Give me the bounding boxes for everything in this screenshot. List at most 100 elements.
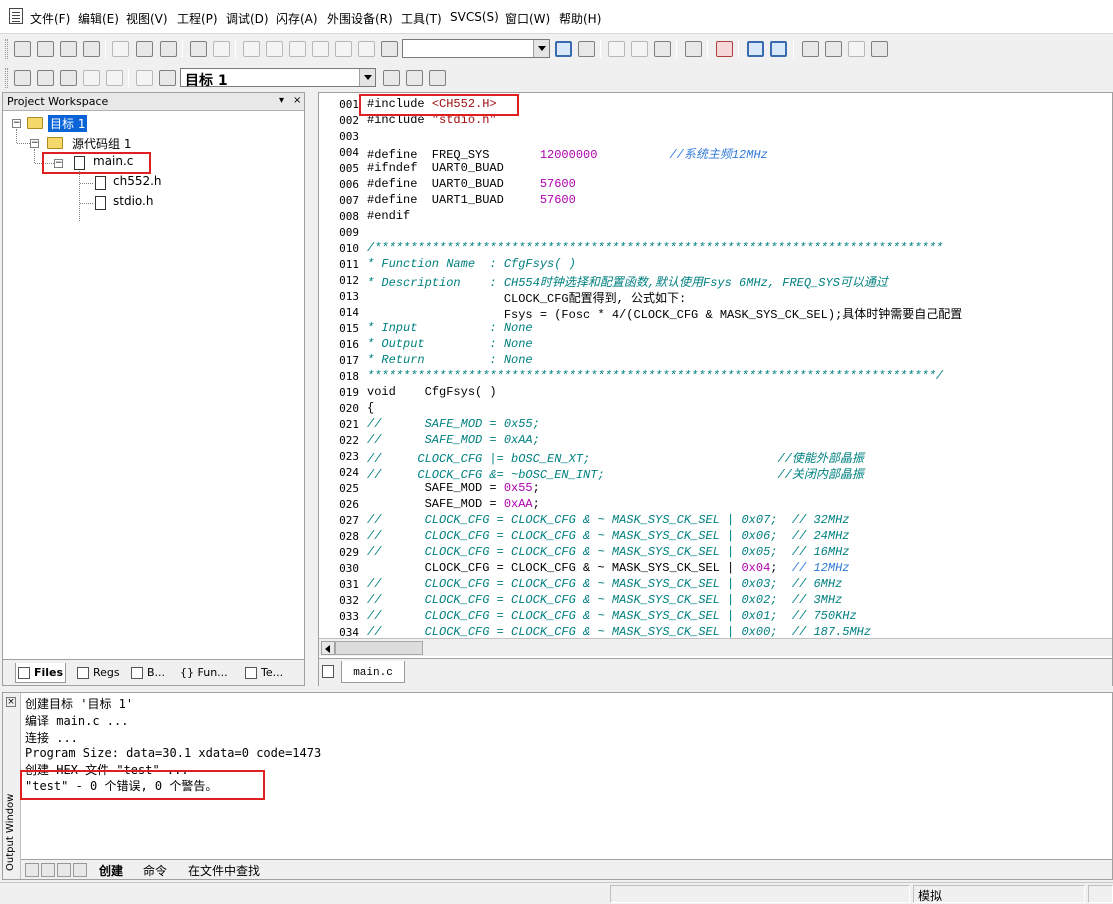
code-line[interactable]: // CLOCK_CFG = CLOCK_CFG & ~ MASK_SYS_CK… (367, 545, 849, 559)
bookmark-toggle-icon[interactable] (289, 41, 306, 57)
scroll-left-icon[interactable] (321, 641, 335, 655)
menu-view[interactable]: 视图(V) (126, 10, 168, 27)
batch-build-icon[interactable] (83, 70, 100, 86)
hand-config-icon[interactable] (802, 41, 819, 57)
code-line[interactable]: #define UART1_BUAD 57600 (367, 193, 576, 207)
toolbar-grip[interactable] (5, 68, 8, 88)
code-line[interactable]: // SAFE_MOD = 0xAA; (367, 433, 540, 447)
chevron-down-icon[interactable]: ▾ (279, 95, 284, 106)
tab-main-c[interactable]: main.c (341, 661, 405, 683)
code-line[interactable]: // CLOCK_CFG = CLOCK_CFG & ~ MASK_SYS_CK… (367, 529, 849, 543)
tab-files[interactable]: Files (15, 663, 67, 683)
tree-target-node[interactable]: 目标 1 (48, 115, 88, 132)
first-page-icon[interactable] (25, 863, 39, 877)
toolbar-grip[interactable] (5, 39, 8, 59)
stop-build-icon[interactable] (106, 70, 123, 86)
vertical-splitter[interactable] (306, 92, 317, 686)
collapse-icon[interactable]: − (30, 139, 39, 148)
tree-file-stdio[interactable]: stdio.h (113, 194, 153, 208)
tree-file-ch552[interactable]: ch552.h (113, 174, 162, 188)
tab-functions[interactable]: {} Fun... (178, 663, 230, 683)
compile-icon[interactable] (14, 70, 31, 86)
settings-icon[interactable] (825, 41, 842, 57)
code-line[interactable]: #define UART0_BUAD 57600 (367, 177, 576, 191)
new-file-icon[interactable] (14, 41, 31, 57)
menu-tools[interactable]: 工具(T) (401, 10, 442, 27)
find-in-files-icon[interactable] (381, 41, 398, 57)
code-line[interactable]: // SAFE_MOD = 0x55; (367, 417, 540, 431)
code-line[interactable]: CLOCK_CFG = CLOCK_CFG & ~ MASK_SYS_CK_SE… (367, 561, 850, 575)
rebuild-icon[interactable] (60, 70, 77, 86)
code-line[interactable]: * Output : None (367, 337, 533, 351)
tab-find-in-files[interactable]: 在文件中查找 (188, 862, 260, 879)
menu-help[interactable]: 帮助(H) (559, 10, 601, 27)
print-icon[interactable] (685, 41, 702, 57)
browse-icon[interactable] (654, 41, 671, 57)
back-arrow-icon[interactable] (608, 41, 625, 57)
code-line[interactable]: * Description : CH554时钟选择和配置函数,默认使用Fsys … (367, 273, 888, 290)
components-icon[interactable] (383, 70, 400, 86)
open-folder-icon[interactable] (37, 41, 54, 57)
menu-peripherals[interactable]: 外围设备(R) (327, 10, 393, 27)
last-page-icon[interactable] (73, 863, 87, 877)
debug-session-icon[interactable] (716, 41, 733, 57)
code-line[interactable]: // CLOCK_CFG &= ~bOSC_EN_INT; //关闭内部晶振 (367, 465, 864, 482)
menu-file[interactable]: 文件(F) (30, 10, 70, 27)
bookmark-next-icon[interactable] (335, 41, 352, 57)
code-line[interactable]: Fsys = (Fosc * 4/(CLOCK_CFG & MASK_SYS_C… (367, 305, 962, 322)
forward-arrow-icon[interactable] (631, 41, 648, 57)
find-combo[interactable] (402, 39, 550, 58)
scroll-thumb[interactable] (335, 641, 423, 655)
close-icon[interactable]: × (6, 697, 16, 707)
code-line[interactable]: // CLOCK_CFG = CLOCK_CFG & ~ MASK_SYS_CK… (367, 513, 849, 527)
indent-icon[interactable] (243, 41, 260, 57)
copy-target-icon[interactable] (406, 70, 423, 86)
code-line[interactable]: CLOCK_CFG配置得到, 公式如下: (367, 289, 686, 306)
redo-icon[interactable] (213, 41, 230, 57)
save-all-icon[interactable] (83, 41, 100, 57)
code-line[interactable]: * Function Name : CfgFsys( ) (367, 257, 576, 271)
build-icon[interactable] (37, 70, 54, 86)
collapse-icon[interactable]: − (12, 119, 21, 128)
options-icon[interactable] (871, 41, 888, 57)
tab-books[interactable]: B... (129, 663, 167, 683)
code-line[interactable]: #define FREQ_SYS 12000000 //系统主频12MHz (367, 145, 768, 162)
tab-regs[interactable]: Regs (75, 663, 122, 683)
horizontal-scrollbar[interactable] (319, 638, 1112, 656)
next-page-icon[interactable] (57, 863, 71, 877)
undo-icon[interactable] (190, 41, 207, 57)
code-line[interactable]: #ifndef UART0_BUAD (367, 161, 504, 175)
code-line[interactable]: /***************************************… (367, 241, 943, 255)
code-line[interactable]: // CLOCK_CFG = CLOCK_CFG & ~ MASK_SYS_CK… (367, 577, 842, 591)
load-icon[interactable] (136, 70, 153, 86)
manage-icon[interactable] (429, 70, 446, 86)
copy-icon[interactable] (136, 41, 153, 57)
tab-build[interactable]: 创建 (99, 862, 123, 879)
find-binoculars-icon[interactable] (555, 41, 572, 57)
code-line[interactable]: #endif (367, 209, 410, 223)
code-line[interactable]: // CLOCK_CFG = CLOCK_CFG & ~ MASK_SYS_CK… (367, 625, 871, 638)
target-combo[interactable]: 目标 1 (180, 68, 376, 89)
code-line[interactable]: ****************************************… (367, 369, 943, 383)
bookmark-clear-icon[interactable] (358, 41, 375, 57)
code-line[interactable]: SAFE_MOD = 0x55; (367, 481, 540, 495)
paste-icon[interactable] (160, 41, 177, 57)
menu-edit[interactable]: 编辑(E) (78, 10, 119, 27)
output-toggle-icon[interactable] (770, 41, 787, 57)
menu-window[interactable]: 窗口(W) (505, 10, 550, 27)
prev-page-icon[interactable] (41, 863, 55, 877)
bookmark-prev-icon[interactable] (312, 41, 329, 57)
menu-svcs[interactable]: SVCS(S) (450, 10, 499, 24)
tool-disabled-icon[interactable] (848, 41, 865, 57)
tab-command[interactable]: 命令 (143, 862, 167, 879)
code-line[interactable]: * Return : None (367, 353, 533, 367)
code-line[interactable]: // CLOCK_CFG = CLOCK_CFG & ~ MASK_SYS_CK… (367, 609, 857, 623)
menu-project[interactable]: 工程(P) (177, 10, 218, 27)
code-line[interactable]: { (367, 401, 374, 415)
find-next-icon[interactable] (578, 41, 595, 57)
code-line[interactable]: // CLOCK_CFG = CLOCK_CFG & ~ MASK_SYS_CK… (367, 593, 842, 607)
cut-icon[interactable] (112, 41, 129, 57)
code-area[interactable]: #include <CH552.H> #include "stdio.h" #def… (367, 93, 1112, 638)
target-options-icon[interactable] (159, 70, 176, 86)
save-icon[interactable] (60, 41, 77, 57)
